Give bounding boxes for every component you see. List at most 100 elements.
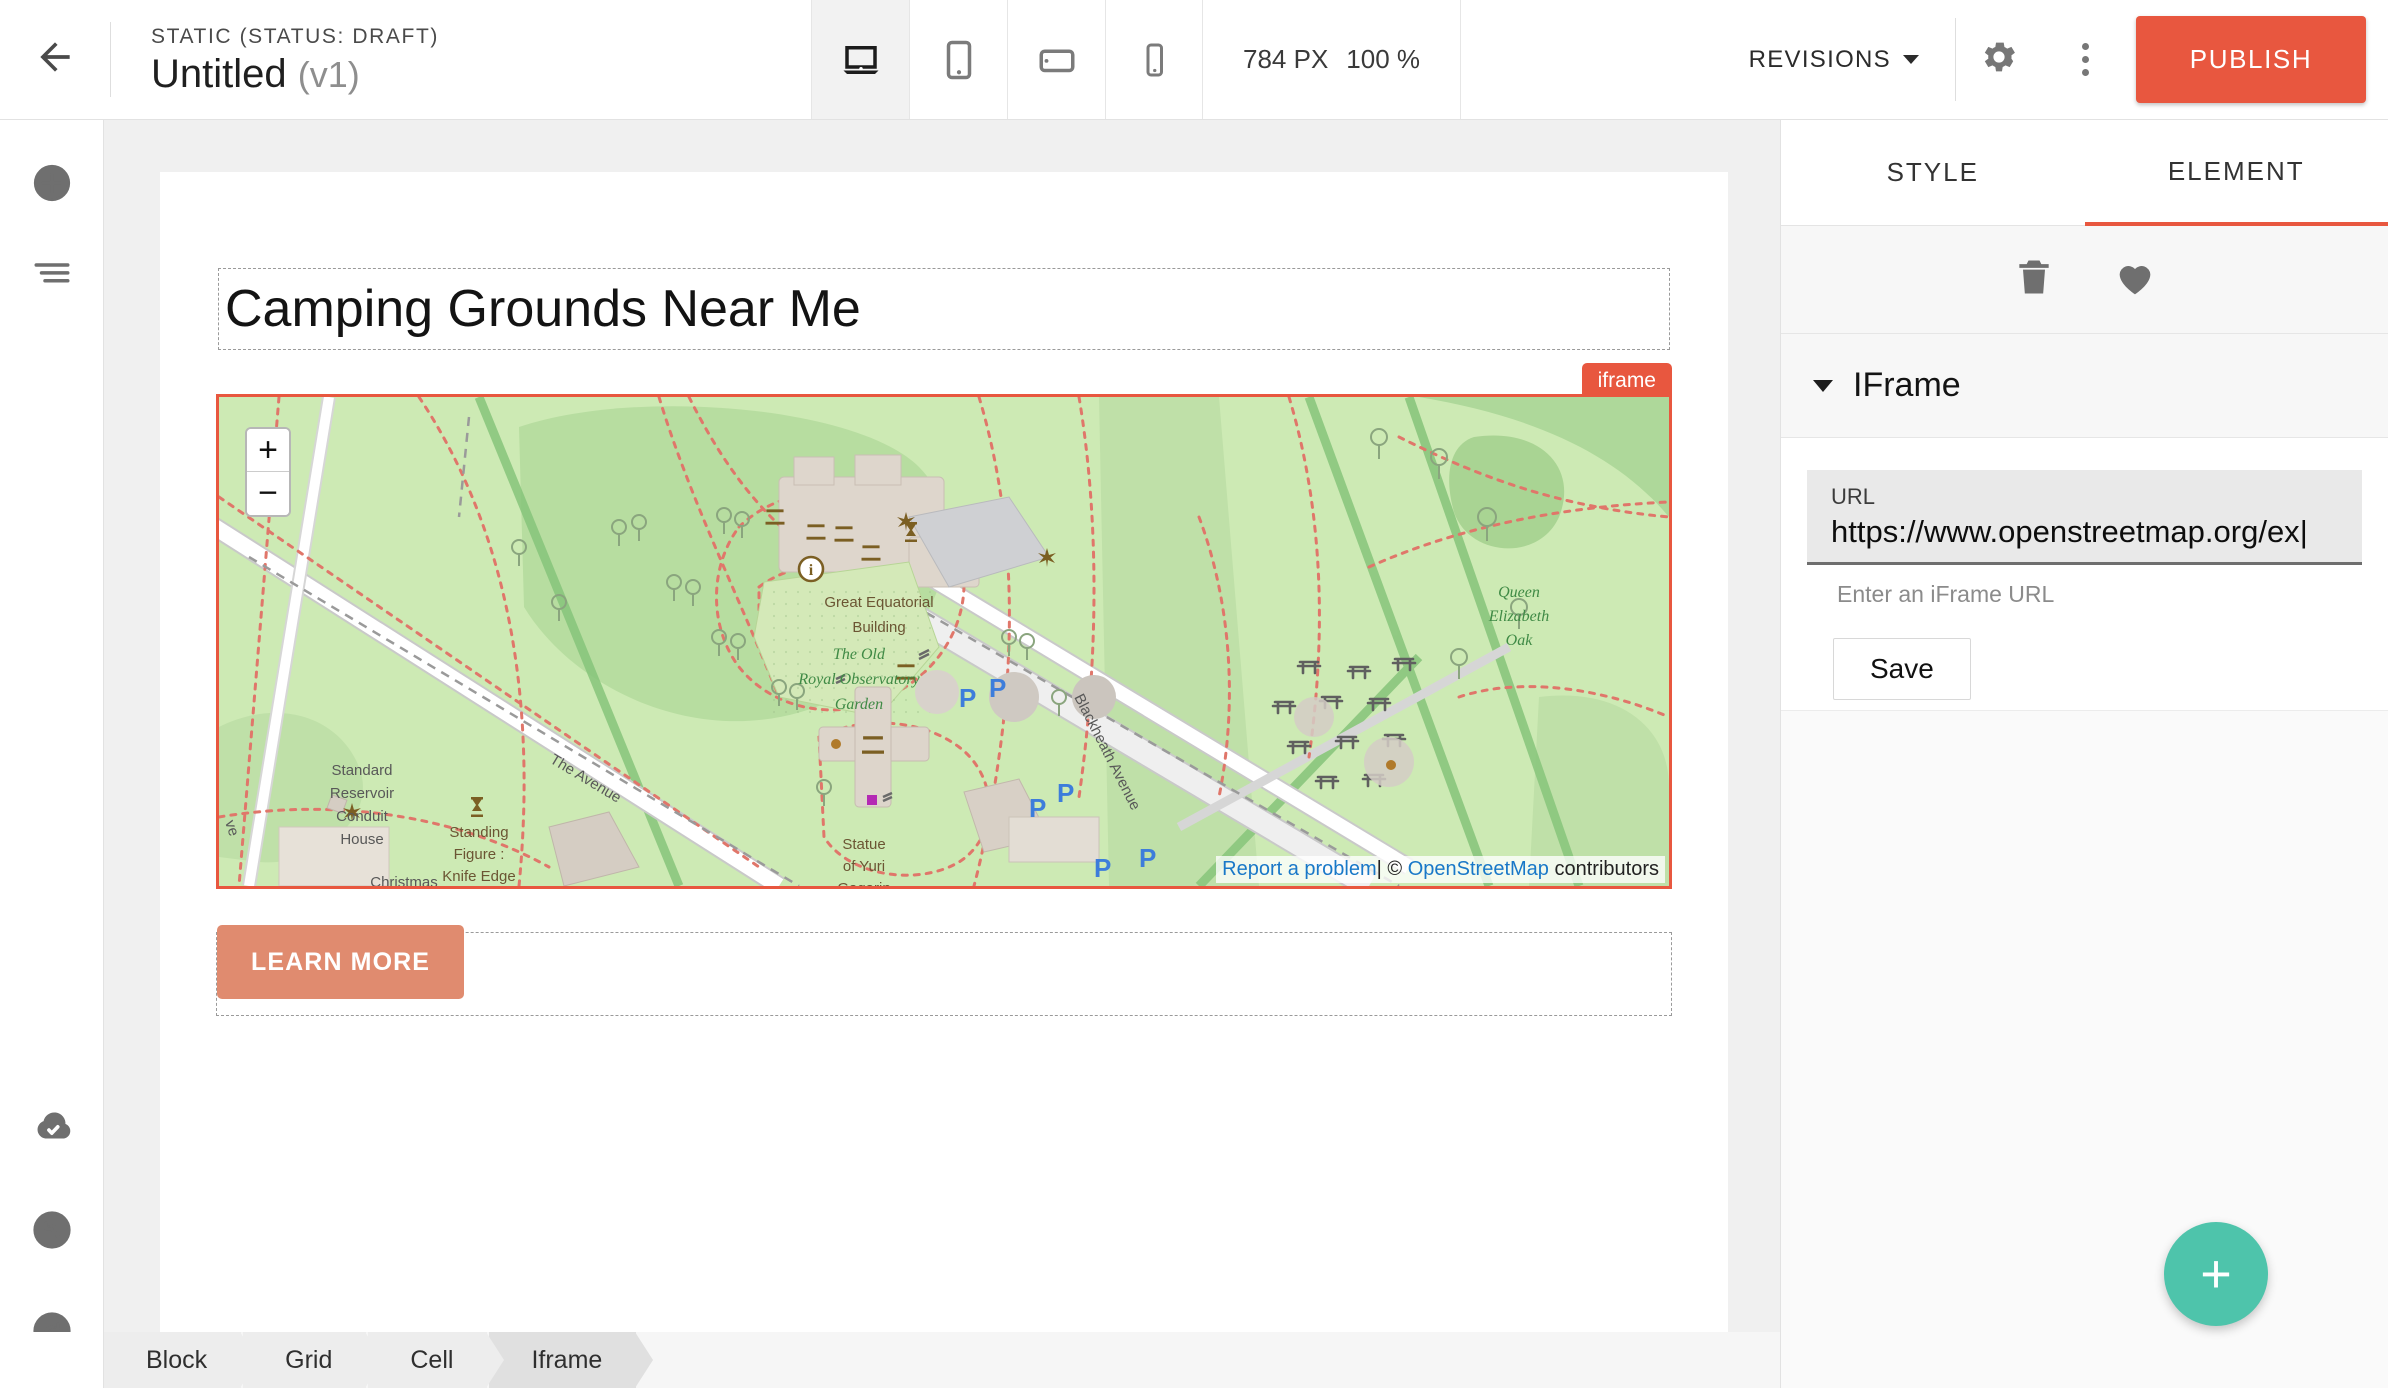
- svg-text:Gagarin: Gagarin: [837, 880, 890, 886]
- sidebar-item-undo[interactable]: [30, 1208, 74, 1257]
- breadcrumb-cell[interactable]: Cell: [368, 1332, 487, 1388]
- device-tablet-landscape-button[interactable]: [1007, 0, 1105, 119]
- breadcrumb-rail-spacer: [0, 1332, 104, 1388]
- svg-text:P: P: [959, 683, 976, 713]
- panel-action-bar: [1781, 226, 2388, 334]
- text-caret: |: [2300, 514, 2308, 549]
- report-problem-link[interactable]: Report a problem: [1222, 858, 1377, 880]
- arrow-left-icon: [33, 35, 77, 84]
- svg-text:i: i: [809, 562, 814, 579]
- svg-text:Reservoir: Reservoir: [330, 785, 394, 802]
- svg-text:P: P: [1029, 793, 1046, 823]
- kebab-menu-icon: [2082, 43, 2089, 76]
- svg-text:P: P: [1057, 778, 1074, 808]
- svg-text:Knife Edge: Knife Edge: [442, 868, 515, 885]
- map-zoom-out-button[interactable]: −: [247, 472, 289, 515]
- url-field-value[interactable]: https://www.openstreetmap.org/ex|: [1831, 514, 2338, 550]
- breadcrumb-block[interactable]: Block: [104, 1332, 241, 1388]
- toolbar-spacer: [1461, 0, 1713, 119]
- document-status: STATIC (STATUS: DRAFT): [151, 25, 811, 49]
- openstreetmap-link[interactable]: OpenStreetMap: [1408, 858, 1549, 880]
- svg-text:Oak: Oak: [1506, 632, 1534, 649]
- document-version: (v1): [298, 54, 360, 95]
- delete-icon[interactable]: [2012, 255, 2056, 304]
- cloud-check-icon: [29, 1138, 75, 1155]
- zoom-level-value: 100 %: [1346, 44, 1420, 75]
- attribution-suffix: contributors: [1555, 858, 1660, 880]
- add-element-icon: [31, 191, 73, 208]
- breadcrumb-iframe[interactable]: Iframe: [489, 1332, 636, 1388]
- map-viewport[interactable]: .rdlbl{font-family:"Liberation Sans",san…: [219, 397, 1669, 886]
- more-options-button[interactable]: [2042, 0, 2128, 119]
- device-desktop-button[interactable]: [811, 0, 909, 119]
- heading-element[interactable]: Camping Grounds Near Me: [218, 268, 1670, 350]
- add-block-fab[interactable]: +: [2164, 1222, 2268, 1326]
- svg-text:House: House: [340, 831, 383, 848]
- svg-text:Garden: Garden: [835, 696, 883, 713]
- canvas-area: Camping Grounds Near Me iframe .rdlbl{fo…: [104, 120, 1780, 1332]
- url-field-help: Enter an iFrame URL: [1807, 565, 2362, 608]
- svg-text:P: P: [989, 673, 1006, 703]
- viewport-zoom-info[interactable]: 784 PX 100 %: [1203, 0, 1461, 119]
- document-name: Untitled: [151, 52, 287, 96]
- heading-text: Camping Grounds Near Me: [225, 279, 861, 339]
- left-sidebar: [0, 120, 104, 1388]
- device-tablet-button[interactable]: [909, 0, 1007, 119]
- right-panel: STYLE ELEMENT IFrame URL https://www.ope…: [1780, 120, 2388, 1388]
- sidebar-item-add-element[interactable]: [31, 162, 73, 209]
- sidebar-item-layers[interactable]: [31, 251, 73, 298]
- page-title[interactable]: Untitled (v1): [151, 53, 811, 95]
- section-title: IFrame: [1853, 366, 1961, 405]
- breadcrumb: Block Grid Cell Iframe: [0, 1332, 1780, 1388]
- svg-text:P: P: [1094, 853, 1111, 883]
- svg-text:Standard: Standard: [332, 762, 393, 779]
- device-mobile-button[interactable]: [1105, 0, 1203, 119]
- svg-text:Statue: Statue: [842, 836, 885, 853]
- attribution-separator: |: [1377, 858, 1382, 880]
- top-toolbar: STATIC (STATUS: DRAFT) Untitled (v1) 784…: [0, 0, 2388, 120]
- svg-text:Conduit: Conduit: [336, 808, 389, 825]
- svg-text:Standing: Standing: [449, 824, 508, 841]
- document-title-block: STATIC (STATUS: DRAFT) Untitled (v1): [111, 0, 811, 119]
- svg-text:Figure :: Figure :: [454, 846, 505, 863]
- learn-more-button[interactable]: LEARN MORE: [217, 925, 464, 999]
- panel-empty-area: [1781, 710, 2388, 1388]
- svg-text:P: P: [1139, 843, 1156, 873]
- attribution-copyright: ©: [1387, 858, 1402, 880]
- revisions-dropdown[interactable]: REVISIONS: [1713, 0, 1955, 119]
- breadcrumb-grid[interactable]: Grid: [243, 1332, 366, 1388]
- device-preview-group: [811, 0, 1203, 119]
- svg-text:of Yuri: of Yuri: [843, 858, 885, 875]
- svg-text:Queen: Queen: [1498, 584, 1540, 601]
- url-field-label: URL: [1831, 484, 2338, 510]
- undo-icon: [30, 1239, 74, 1256]
- publish-button[interactable]: PUBLISH: [2136, 16, 2366, 103]
- gear-icon: [1978, 36, 2020, 83]
- map-graphic: .rdlbl{font-family:"Liberation Sans",san…: [219, 397, 1669, 886]
- favorite-heart-icon[interactable]: [2112, 254, 2158, 305]
- settings-button[interactable]: [1956, 0, 2042, 119]
- back-button[interactable]: [0, 0, 110, 119]
- iframe-section-header[interactable]: IFrame: [1781, 334, 2388, 438]
- save-button[interactable]: Save: [1833, 638, 1971, 700]
- chevron-down-icon: [1903, 55, 1919, 64]
- button-element-container[interactable]: LEARN MORE: [216, 932, 1672, 1016]
- panel-tab-bar: STYLE ELEMENT: [1781, 120, 2388, 226]
- revisions-label: REVISIONS: [1749, 46, 1891, 74]
- map-attribution: Report a problem| © OpenStreetMap contri…: [1216, 856, 1665, 883]
- sidebar-item-saved[interactable]: [29, 1105, 75, 1156]
- url-field-text: https://www.openstreetmap.org/ex: [1831, 514, 2300, 549]
- url-input[interactable]: URL https://www.openstreetmap.org/ex|: [1807, 470, 2362, 565]
- tab-style[interactable]: STYLE: [1781, 120, 2085, 226]
- svg-text:Building: Building: [852, 619, 905, 636]
- viewport-width-value: 784 PX: [1243, 44, 1328, 75]
- iframe-element[interactable]: iframe .rdlbl{font-family:"Liberation Sa…: [216, 394, 1672, 889]
- svg-text:The Old: The Old: [833, 646, 886, 663]
- chevron-down-icon: [1813, 380, 1833, 392]
- app-root: STATIC (STATUS: DRAFT) Untitled (v1) 784…: [0, 0, 2388, 1388]
- layers-icon: [31, 280, 73, 297]
- page-canvas: Camping Grounds Near Me iframe .rdlbl{fo…: [160, 172, 1728, 1332]
- tab-element[interactable]: ELEMENT: [2085, 120, 2388, 226]
- svg-text:Great Equatorial: Great Equatorial: [824, 594, 933, 611]
- map-zoom-in-button[interactable]: +: [247, 429, 289, 472]
